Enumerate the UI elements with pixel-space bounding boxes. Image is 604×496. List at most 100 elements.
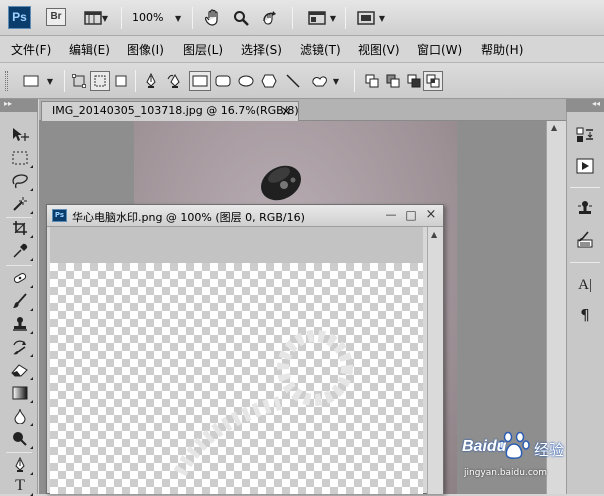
lasso-tool[interactable]: [9, 171, 33, 191]
watermark-url: jingyan.baidu.com: [464, 468, 548, 478]
shape-layers-button[interactable]: [70, 72, 88, 90]
character-panel-icon: A|: [578, 276, 592, 293]
new-shape-area-button[interactable]: [363, 72, 381, 90]
paragraph-panel-button[interactable]: ¶: [574, 305, 596, 325]
brush-tool[interactable]: [9, 291, 33, 311]
chevron-down-icon: ▼: [101, 13, 109, 23]
divider: [121, 7, 122, 29]
bridge-launch-button[interactable]: Br: [46, 8, 66, 26]
move-tool-icon: [13, 128, 29, 141]
chevron-down-icon: ▼: [46, 76, 54, 86]
eyedropper-tool[interactable]: [9, 241, 33, 261]
hand-tool-icon: [205, 9, 218, 26]
history-brush-icon: [13, 340, 26, 355]
magic-wand-icon: [13, 197, 27, 211]
zoom-level-dropdown[interactable]: 100% ▼: [132, 10, 182, 26]
type-tool[interactable]: T: [9, 476, 33, 496]
floating-window-titlebar[interactable]: Ps 华心电脑水印.png @ 100% (图层 0, RGB/16) — □ …: [47, 205, 443, 227]
fill-pixels-button[interactable]: [112, 72, 130, 90]
divider: [6, 265, 32, 266]
brush-presets-panel-button[interactable]: [574, 230, 596, 250]
blur-tool[interactable]: [9, 406, 33, 426]
menu-window[interactable]: 窗口(W): [417, 41, 462, 58]
brush-icon: [13, 293, 27, 308]
magic-wand-tool[interactable]: [9, 194, 33, 214]
add-shape-area-button[interactable]: [384, 72, 402, 90]
freeform-pen-option[interactable]: [165, 72, 185, 90]
brush-presets-icon: [577, 231, 593, 248]
rotate-view-button[interactable]: [260, 8, 280, 28]
floating-vertical-scrollbar[interactable]: ▲: [427, 227, 443, 494]
document-tab[interactable]: IMG_20140305_103718.jpg @ 16.7%(RGB/8) ×: [41, 101, 299, 121]
zoom-tool-button[interactable]: [231, 8, 251, 28]
maximize-button[interactable]: □: [404, 208, 418, 222]
history-brush-tool[interactable]: [9, 337, 33, 357]
expand-panels-icon[interactable]: ◂◂: [592, 99, 600, 108]
eraser-tool[interactable]: [9, 360, 33, 380]
add-shape-icon: [386, 74, 400, 88]
lasso-icon: [12, 174, 28, 189]
divider: [192, 7, 193, 29]
dodge-tool[interactable]: [9, 429, 33, 449]
menu-file[interactable]: 文件(F): [11, 41, 51, 58]
custom-shape-icon: [312, 76, 327, 87]
arrange-documents-button[interactable]: ▼: [304, 9, 340, 27]
menu-edit[interactable]: 编辑(E): [69, 41, 110, 58]
rounded-rectangle-option[interactable]: [214, 72, 232, 90]
history-panel-button[interactable]: [574, 125, 596, 145]
paths-button[interactable]: [90, 71, 110, 91]
baidu-jingyan-watermark: Baidu 经验 jingyan.baidu.com: [462, 426, 604, 494]
options-bar-grip[interactable]: [5, 71, 8, 91]
freeform-pen-icon: [167, 73, 180, 88]
tools-panel-header[interactable]: ▸▸: [0, 99, 38, 112]
marquee-icon: [12, 151, 28, 165]
polygon-option[interactable]: [260, 72, 278, 90]
floating-document-window[interactable]: Ps 华心电脑水印.png @ 100% (图层 0, RGB/16) — □ …: [46, 204, 444, 494]
line-option[interactable]: [284, 72, 302, 90]
collapse-icon[interactable]: ▸▸: [4, 99, 12, 108]
menu-filter[interactable]: 滤镜(T): [300, 41, 341, 58]
intersect-shape-area-button[interactable]: [423, 71, 443, 91]
panel-dock-header[interactable]: ◂◂: [566, 99, 604, 112]
paths-icon: [94, 75, 106, 87]
hand-tool-button[interactable]: [203, 8, 223, 28]
tab-close-button[interactable]: ×: [281, 102, 291, 120]
clone-source-panel-button[interactable]: [574, 199, 596, 219]
transparent-canvas[interactable]: [50, 263, 423, 494]
subtract-shape-area-button[interactable]: [405, 72, 423, 90]
menu-layer[interactable]: 图层(L): [183, 41, 223, 58]
scroll-up-arrow-icon[interactable]: ▲: [551, 123, 557, 132]
photo-object-image: [260, 165, 302, 201]
close-button[interactable]: ×: [424, 208, 438, 222]
character-panel-button[interactable]: A|: [574, 275, 596, 295]
custom-shape-option[interactable]: ▼: [307, 72, 343, 90]
divider: [354, 70, 355, 92]
pen-tool-option[interactable]: [142, 72, 160, 90]
baidu-brand-text: Baidu: [462, 438, 507, 455]
minimize-button[interactable]: —: [384, 208, 398, 222]
screen-mode-button[interactable]: ▼: [353, 9, 389, 27]
pen-tool[interactable]: [9, 455, 33, 475]
photoshop-logo: Ps: [8, 6, 31, 29]
scroll-up-arrow-icon[interactable]: ▲: [431, 230, 437, 239]
menu-image[interactable]: 图像(I): [127, 41, 164, 58]
menu-help[interactable]: 帮助(H): [481, 41, 523, 58]
rectangle-tool-option[interactable]: [189, 71, 211, 91]
spot-healing-brush-tool[interactable]: [9, 268, 33, 288]
move-tool[interactable]: [9, 125, 31, 145]
screen-mode-icon: [357, 11, 375, 25]
view-extras-button[interactable]: ▼: [81, 9, 111, 27]
divider: [570, 187, 600, 188]
clone-stamp-tool[interactable]: [9, 314, 33, 334]
rectangular-marquee-tool[interactable]: [9, 148, 33, 168]
shape-layers-icon: [72, 74, 86, 88]
crop-tool[interactable]: [9, 218, 33, 238]
gradient-tool[interactable]: [9, 383, 33, 403]
menu-view[interactable]: 视图(V): [358, 41, 400, 58]
divider: [345, 7, 346, 29]
eraser-icon: [11, 364, 28, 377]
ellipse-option[interactable]: [237, 72, 255, 90]
menu-select[interactable]: 选择(S): [241, 41, 282, 58]
tool-preset-picker[interactable]: ▼: [18, 72, 58, 90]
actions-panel-button[interactable]: [574, 156, 596, 176]
